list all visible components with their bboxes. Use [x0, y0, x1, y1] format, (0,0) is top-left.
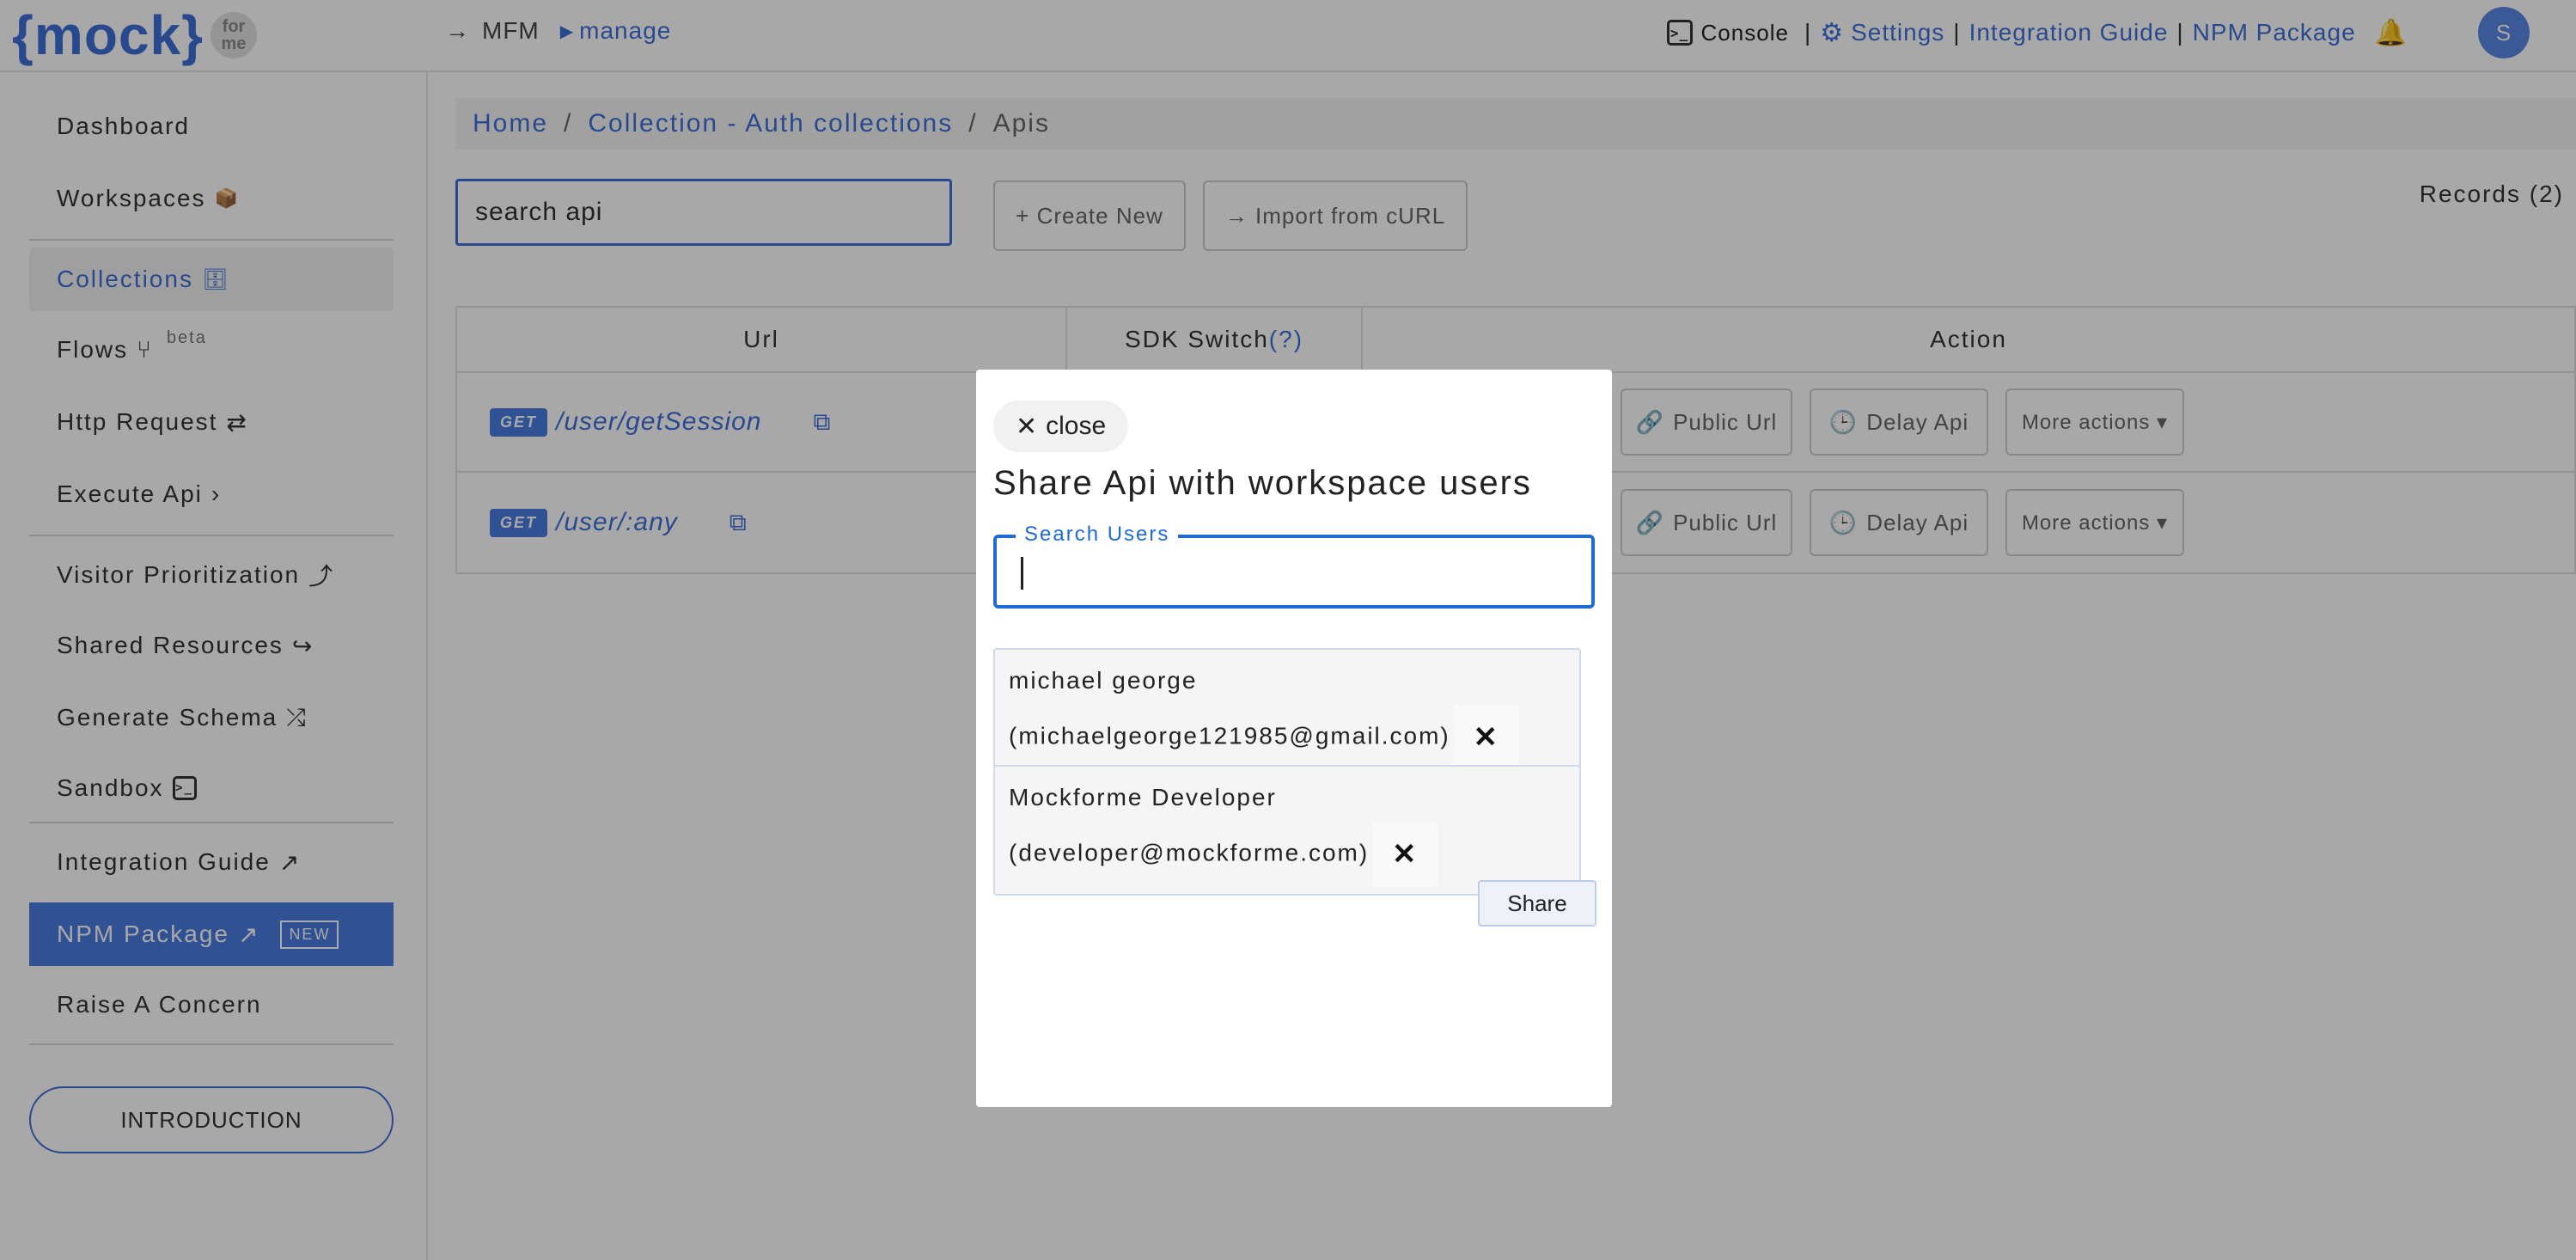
selected-user-card: Mockforme Developer (developer@mockforme…: [993, 765, 1581, 896]
share-button[interactable]: Share: [1478, 880, 1596, 927]
remove-user-icon[interactable]: ✕: [1372, 822, 1438, 887]
user-email: (michaelgeorge121985@gmail.com): [1009, 722, 1450, 749]
share-api-modal: ✕ close Share Api with workspace users S…: [976, 370, 1612, 1107]
user-email-row: (michaelgeorge121985@gmail.com) ✕: [1009, 705, 1566, 770]
text-caret: [1021, 557, 1023, 590]
remove-user-icon[interactable]: ✕: [1453, 705, 1519, 770]
user-name: Mockforme Developer: [1009, 784, 1277, 810]
user-email: (developer@mockforme.com): [1009, 839, 1370, 866]
search-users-input[interactable]: Search Users: [993, 523, 1595, 609]
modal-title: Share Api with workspace users: [993, 464, 1532, 502]
close-label: close: [1046, 412, 1107, 440]
close-icon: ✕: [1016, 412, 1038, 441]
user-name: michael george: [1009, 667, 1198, 694]
search-users-label: Search Users: [1016, 523, 1179, 547]
selected-user-card: michael george (michaelgeorge121985@gmai…: [993, 648, 1581, 779]
user-email-row: (developer@mockforme.com) ✕: [1009, 822, 1566, 887]
close-button[interactable]: ✕ close: [993, 401, 1129, 452]
